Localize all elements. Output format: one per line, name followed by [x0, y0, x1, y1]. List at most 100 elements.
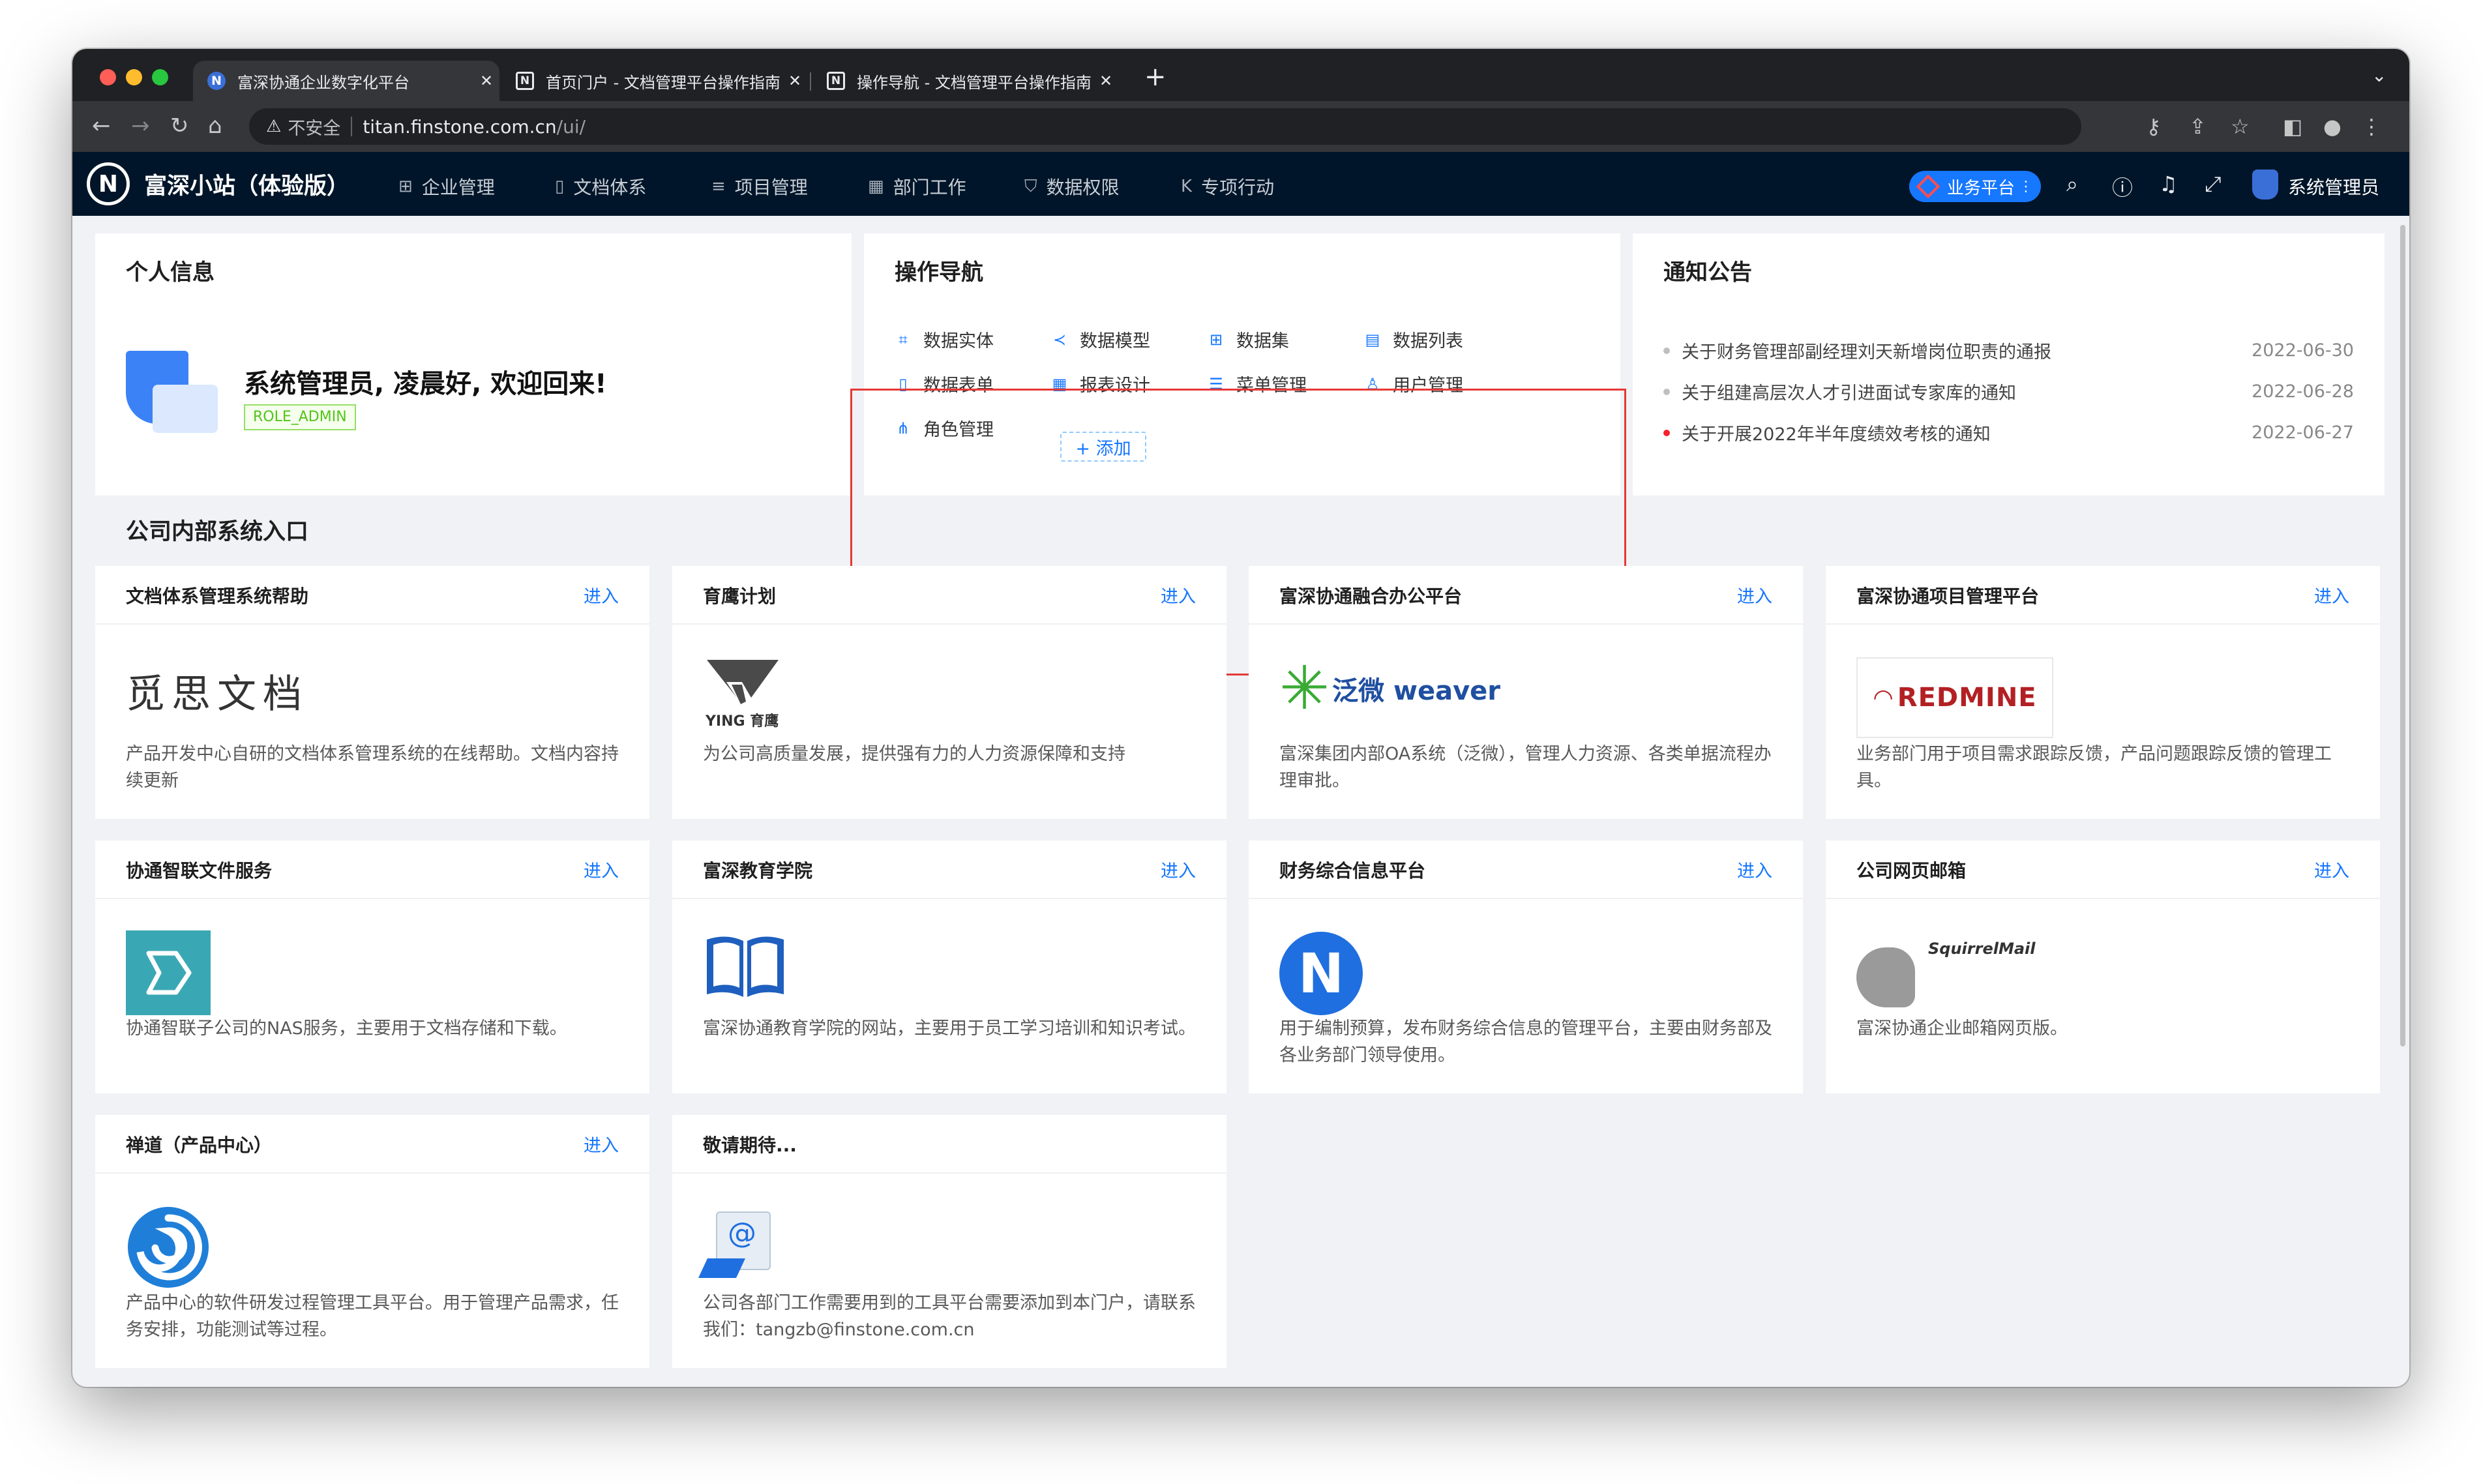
- browser-window: N 富深协通企业数字化平台 ✕ N 首页门户 - 文档管理平台操作指南 ✕ N …: [72, 49, 2409, 1387]
- forward-icon[interactable]: →: [131, 113, 150, 139]
- op-label: 数据集: [1236, 331, 1289, 351]
- cluster-icon: ⊞: [398, 177, 413, 196]
- op-item-data-entity[interactable]: ⌗ 数据实体: [895, 327, 994, 352]
- fullscreen-icon[interactable]: ⤢: [2205, 171, 2222, 197]
- home-icon[interactable]: ⌂: [208, 113, 222, 139]
- notice-item[interactable]: 关于财务管理部副经理刘天新增岗位职责的通报 2022-06-30: [1663, 338, 2354, 363]
- browser-tab-2[interactable]: N 首页门户 - 文档管理平台操作指南 ✕: [501, 61, 808, 101]
- app-brand[interactable]: 富深小站（体验版）: [144, 168, 349, 201]
- redmine-logo[interactable]: ◠ REDMINE: [1856, 657, 2053, 738]
- back-icon[interactable]: ←: [92, 113, 111, 139]
- menu-item-enterprise[interactable]: ⊞ 企业管理: [398, 173, 495, 200]
- close-tab-icon[interactable]: ✕: [473, 72, 499, 90]
- op-item-dataset[interactable]: ⊞ 数据集: [1208, 327, 1289, 352]
- help-icon[interactable]: ⓘ: [2112, 171, 2133, 201]
- file-icon: ▯: [555, 177, 565, 196]
- notice-text[interactable]: 关于开展2022年半年度绩效考核的通知: [1682, 420, 2252, 445]
- system-card: 富深协通项目管理平台 进入 ◠ REDMINE 业务部门用于项目需求跟踪反馈，产品…: [1826, 566, 2380, 819]
- business-platform-label: 业务平台: [1947, 178, 2015, 198]
- tab-title: 富深协通企业数字化平台: [237, 73, 409, 92]
- menu-item-docs[interactable]: ▯ 文档体系: [555, 173, 646, 200]
- redmine-arc-icon: ◠: [1873, 684, 1894, 711]
- weaver-star-icon: ✳: [1279, 653, 1330, 723]
- tab-title: 首页门户 - 文档管理平台操作指南: [546, 73, 781, 92]
- app-header: N 富深小站（体验版） ⊞ 企业管理 ▯ 文档体系 ≡ 项目管理 ▦ 部门工作 ⛉ 数据权…: [72, 152, 2409, 216]
- system-card: 协通智联文件服务 进入 协通智联子公司的NAS服务，主要用于文档存储和下载。: [95, 840, 649, 1093]
- notice-item[interactable]: 关于组建高层次人才引进面试专家库的通知 2022-06-28: [1663, 379, 2354, 404]
- browser-tab-3[interactable]: N 操作导航 - 文档管理平台操作指南 ✕: [812, 61, 1119, 101]
- card-description: 富深集团内部OA系统（泛微），管理人力资源、各类单据流程办理审批。: [1279, 744, 1772, 791]
- redmine-logo-text: REDMINE: [1897, 683, 2037, 713]
- close-window-button[interactable]: [100, 69, 116, 85]
- page-content: 个人信息 系统管理员, 凌晨好, 欢迎回来! ROLE_ADMIN 操作导航 ⌗…: [72, 216, 2409, 1387]
- card-description: 产品开发中心自研的文档体系管理系统的在线帮助。文档内容持续更新: [126, 744, 619, 791]
- notice-text[interactable]: 关于组建高层次人才引进面试专家库的通知: [1682, 379, 2252, 404]
- more-menu-icon[interactable]: ⋮: [2361, 114, 2382, 139]
- menu-item-special-action[interactable]: K 专项行动: [1181, 173, 1274, 200]
- enter-link[interactable]: 进入: [1737, 857, 1772, 882]
- system-card: 文档体系管理系统帮助 进入 觅思文档 产品开发中心自研的文档体系管理系统的在线帮助…: [95, 566, 649, 819]
- share-icon[interactable]: ⇪: [2189, 114, 2207, 139]
- card-header: 公司网页邮箱 进入: [1826, 840, 2380, 899]
- menu-item-dept-work[interactable]: ▦ 部门工作: [868, 173, 966, 200]
- user-name[interactable]: 系统管理员: [2288, 173, 2379, 200]
- op-label: 数据模型: [1080, 331, 1150, 351]
- app-logo[interactable]: N: [87, 162, 130, 205]
- enter-link[interactable]: 进入: [1161, 582, 1196, 608]
- weaver-logo[interactable]: ✳ 泛微 weaver: [1279, 656, 1500, 721]
- minimize-window-button[interactable]: [126, 69, 142, 85]
- new-tab-button[interactable]: +: [1144, 62, 1167, 92]
- menu-item-data-permission[interactable]: ⛉ 数据权限: [1024, 173, 1120, 200]
- card-header: 富深教育学院 进入: [672, 840, 1227, 899]
- ying-logo[interactable]: YING 育鹰: [703, 656, 781, 730]
- finance-n-logo[interactable]: N: [1279, 932, 1363, 1015]
- card-title: 禅道（产品中心）: [126, 1135, 273, 1156]
- avatar[interactable]: [2252, 170, 2278, 200]
- reload-icon[interactable]: ↻: [170, 113, 189, 139]
- menu-label: 数据权限: [1046, 177, 1120, 198]
- menu-item-projects[interactable]: ≡ 项目管理: [711, 173, 808, 200]
- warning-icon[interactable]: ⚠: [266, 117, 281, 136]
- notice-title: 通知公告: [1663, 260, 1752, 286]
- notice-date: 2022-06-30: [2252, 340, 2354, 361]
- platform-diamond-icon: [1916, 174, 1940, 199]
- key-icon[interactable]: ⚷: [2146, 114, 2161, 139]
- notice-text[interactable]: 关于财务管理部副经理刘天新增岗位职责的通报: [1682, 338, 2252, 363]
- nas-chevron-icon: [146, 951, 192, 995]
- kebab-icon: ⋮: [2019, 178, 2034, 195]
- url-text[interactable]: titan.finstone.com.cn/ui/: [363, 116, 586, 138]
- profile-icon[interactable]: ●: [2323, 114, 2342, 139]
- card-title: 协通智联文件服务: [126, 860, 273, 882]
- address-bar[interactable]: ⚠ 不安全 titan.finstone.com.cn/ui/: [249, 108, 2081, 145]
- close-tab-icon[interactable]: ✕: [1093, 72, 1119, 90]
- notice-dot-red: [1663, 429, 1670, 436]
- op-item-data-list[interactable]: ▤ 数据列表: [1364, 327, 1463, 352]
- tab-strip: N 富深协通企业数字化平台 ✕ N 首页门户 - 文档管理平台操作指南 ✕ N …: [72, 49, 2409, 101]
- card-title: 公司网页邮箱: [1856, 860, 1967, 882]
- op-item-data-model[interactable]: ≺ 数据模型: [1051, 327, 1150, 352]
- notice-item[interactable]: 关于开展2022年半年度绩效考核的通知 2022-06-27: [1663, 420, 2354, 445]
- nas-logo[interactable]: [126, 930, 211, 1015]
- tab-search-chevron-icon[interactable]: ⌄: [2371, 65, 2386, 86]
- enter-link[interactable]: 进入: [584, 1131, 619, 1157]
- education-logo[interactable]: [703, 930, 788, 1005]
- search-icon[interactable]: ⌕: [2066, 171, 2078, 197]
- enter-link[interactable]: 进入: [584, 857, 619, 882]
- enter-link[interactable]: 进入: [2314, 857, 2349, 882]
- side-panel-icon[interactable]: ◧: [2283, 114, 2302, 139]
- enter-link[interactable]: 进入: [2314, 582, 2349, 608]
- squirrelmail-logo[interactable]: SquirrelMail: [1856, 930, 2039, 1009]
- security-label[interactable]: 不安全: [288, 114, 340, 140]
- enter-link[interactable]: 进入: [584, 582, 619, 608]
- browser-tab-1[interactable]: N 富深协通企业数字化平台 ✕: [193, 61, 499, 101]
- zoom-window-button[interactable]: [152, 69, 168, 85]
- zentao-logo[interactable]: [126, 1205, 211, 1292]
- page-scrollbar[interactable]: [2400, 225, 2405, 1046]
- bell-icon[interactable]: ♫: [2159, 171, 2178, 196]
- misi-doc-logo[interactable]: 觅思文档: [126, 662, 308, 719]
- enter-link[interactable]: 进入: [1737, 582, 1772, 608]
- bookmark-star-icon[interactable]: ☆: [2231, 114, 2250, 139]
- enter-link[interactable]: 进入: [1161, 857, 1196, 882]
- business-platform-button[interactable]: 业务平台 ⋮: [1909, 171, 2041, 202]
- close-tab-icon[interactable]: ✕: [782, 72, 808, 90]
